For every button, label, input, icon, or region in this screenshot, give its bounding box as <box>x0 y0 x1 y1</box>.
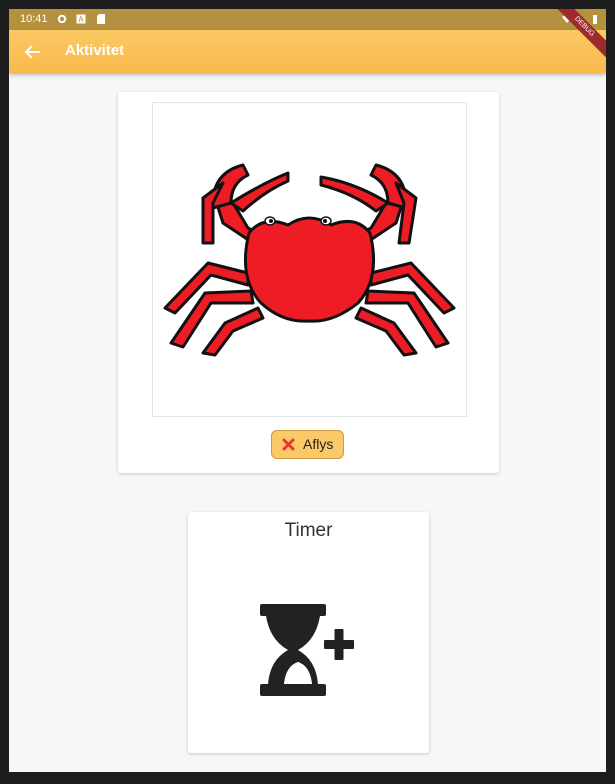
app-bar: Aktivitet <box>9 30 606 73</box>
activity-picture <box>152 102 467 417</box>
app-screen: 10:41 A Aktivitet DEBUG Aflys Timer <box>9 9 606 772</box>
close-icon <box>282 438 295 451</box>
status-time: 10:41 <box>20 13 48 25</box>
notification-a-icon: A <box>76 14 86 24</box>
back-arrow-icon[interactable] <box>21 40 45 64</box>
status-bar: 10:41 A <box>9 9 606 30</box>
battery-icon <box>593 15 597 24</box>
hourglass-add-icon[interactable] <box>258 604 358 698</box>
settings-icon <box>57 14 67 24</box>
cancel-button-label: Aflys <box>303 436 334 452</box>
page-title: Aktivitet <box>65 42 125 59</box>
sd-card-icon <box>97 14 105 24</box>
svg-text:A: A <box>78 15 84 24</box>
cancel-button[interactable]: Aflys <box>271 430 344 459</box>
crab-icon <box>163 163 456 357</box>
timer-title: Timer <box>284 520 333 541</box>
timer-card[interactable]: Timer <box>188 512 429 753</box>
activity-card: Aflys <box>118 92 499 473</box>
